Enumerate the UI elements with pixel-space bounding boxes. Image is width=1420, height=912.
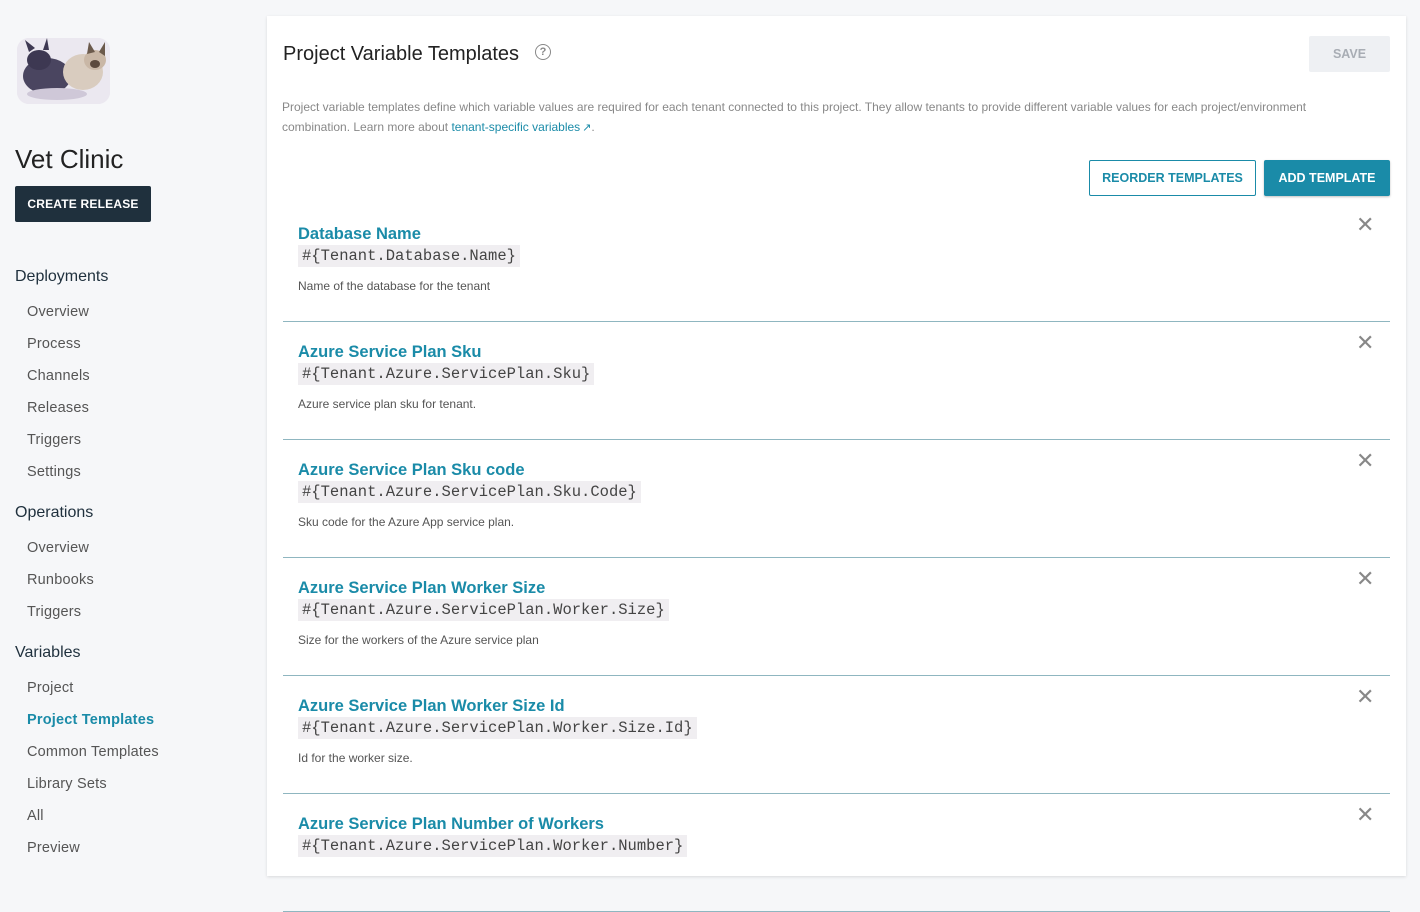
nav-item-operations-triggers[interactable]: Triggers <box>27 604 81 620</box>
nav-item-releases[interactable]: Releases <box>27 400 89 416</box>
template-item[interactable]: Azure Service Plan Worker Size Id #{Tena… <box>283 676 1390 794</box>
nav-item-variables-project[interactable]: Project <box>27 680 74 696</box>
nav-item-library-sets[interactable]: Library Sets <box>27 776 107 792</box>
template-name[interactable]: Azure Service Plan Sku <box>298 343 481 362</box>
description-end: . <box>591 120 595 134</box>
template-item[interactable]: Azure Service Plan Sku #{Tenant.Azure.Se… <box>283 322 1390 440</box>
add-template-button[interactable]: ADD TEMPLATE <box>1264 160 1390 196</box>
nav-item-common-templates[interactable]: Common Templates <box>27 744 159 760</box>
reorder-templates-button[interactable]: REORDER TEMPLATES <box>1089 160 1256 196</box>
nav-section-variables: Variables <box>15 644 81 661</box>
template-name[interactable]: Azure Service Plan Number of Workers <box>298 815 604 834</box>
nav-item-settings[interactable]: Settings <box>27 464 81 480</box>
nav-item-process[interactable]: Process <box>27 336 81 352</box>
description-text: Project variable templates define which … <box>282 100 1307 134</box>
nav-item-deployments-triggers[interactable]: Triggers <box>27 432 81 448</box>
page-description: Project variable templates define which … <box>282 97 1372 138</box>
template-variable: #{Tenant.Azure.ServicePlan.Sku.Code} <box>298 481 641 503</box>
nav-item-project-templates[interactable]: Project Templates <box>27 712 154 728</box>
template-name[interactable]: Database Name <box>298 225 421 244</box>
template-help-text: Name of the database for the tenant <box>298 279 491 293</box>
template-variable: #{Tenant.Database.Name} <box>298 245 520 267</box>
sidebar: Vet Clinic CREATE RELEASE Deployments Ov… <box>0 0 255 865</box>
nav-section-operations: Operations <box>15 504 94 521</box>
template-name[interactable]: Azure Service Plan Sku code <box>298 461 525 480</box>
template-help-text: Sku code for the Azure App service plan. <box>298 515 515 529</box>
project-logo-image <box>17 38 110 104</box>
close-icon[interactable]: ✕ <box>1356 686 1374 708</box>
close-icon[interactable]: ✕ <box>1356 214 1374 236</box>
template-variable: #{Tenant.Azure.ServicePlan.Worker.Number… <box>298 835 688 857</box>
template-list: Database Name #{Tenant.Database.Name} Na… <box>283 204 1390 912</box>
nav-item-operations-overview[interactable]: Overview <box>27 540 89 556</box>
main-card: Project Variable Templates ? SAVE Projec… <box>267 16 1406 912</box>
close-icon[interactable]: ✕ <box>1356 568 1374 590</box>
close-icon[interactable]: ✕ <box>1356 804 1374 826</box>
project-logo <box>17 38 110 104</box>
template-item[interactable]: Azure Service Plan Sku code #{Tenant.Azu… <box>283 440 1390 558</box>
template-variable: #{Tenant.Azure.ServicePlan.Sku} <box>298 363 595 385</box>
template-name[interactable]: Azure Service Plan Worker Size <box>298 579 545 598</box>
nav-item-runbooks[interactable]: Runbooks <box>27 572 94 588</box>
close-icon[interactable]: ✕ <box>1356 332 1374 354</box>
template-help-text: Size for the workers of the Azure servic… <box>298 633 539 647</box>
close-icon[interactable]: ✕ <box>1356 450 1374 472</box>
link-text: tenant-specific variables <box>451 120 581 134</box>
save-button[interactable]: SAVE <box>1309 36 1390 72</box>
template-help-text: Id for the worker size. <box>298 751 413 765</box>
nav-item-preview[interactable]: Preview <box>27 840 80 856</box>
create-release-button[interactable]: CREATE RELEASE <box>15 186 151 222</box>
template-help-text: Azure service plan sku for tenant. <box>298 397 477 411</box>
nav-section-deployments: Deployments <box>15 268 109 285</box>
template-variable: #{Tenant.Azure.ServicePlan.Worker.Size.I… <box>298 717 697 739</box>
page-title: Project Variable Templates <box>283 43 520 65</box>
template-name[interactable]: Azure Service Plan Worker Size Id <box>298 697 565 716</box>
template-variable: #{Tenant.Azure.ServicePlan.Worker.Size} <box>298 599 669 621</box>
template-item[interactable]: Azure Service Plan Number of Workers #{T… <box>283 794 1390 912</box>
template-item[interactable]: Azure Service Plan Worker Size #{Tenant.… <box>283 558 1390 676</box>
tenant-specific-variables-link[interactable]: tenant-specific variables ↗ <box>451 120 591 134</box>
external-link-icon: ↗ <box>582 122 592 134</box>
nav-item-deployments-overview[interactable]: Overview <box>27 304 89 320</box>
nav-item-channels[interactable]: Channels <box>27 368 90 384</box>
help-icon[interactable]: ? <box>535 44 551 60</box>
nav-item-all[interactable]: All <box>27 808 44 824</box>
project-name: Vet Clinic <box>15 144 124 174</box>
template-item[interactable]: Database Name #{Tenant.Database.Name} Na… <box>283 204 1390 322</box>
